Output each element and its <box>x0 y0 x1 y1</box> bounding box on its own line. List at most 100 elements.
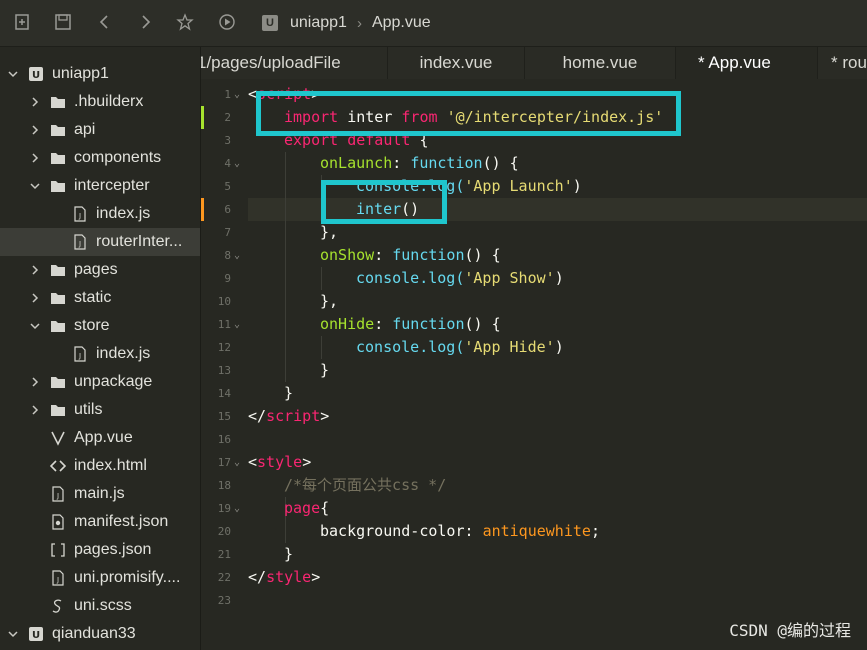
svg-text:J: J <box>56 576 59 584</box>
tab-router[interactable]: * rou <box>818 47 867 79</box>
sidebar-item[interactable]: utils <box>0 396 200 424</box>
sidebar-item[interactable]: Uuniapp1 <box>0 60 200 88</box>
sidebar-item[interactable]: intercepter <box>0 172 200 200</box>
chevron-right-icon[interactable] <box>28 95 42 109</box>
code-line-8: onShow: function() { <box>320 244 501 267</box>
chevron-right-icon[interactable] <box>28 403 42 417</box>
html-file-icon <box>49 457 67 475</box>
sidebar-item[interactable]: Juni.promisify.... <box>0 564 200 592</box>
identifier: console <box>356 269 420 287</box>
forward-icon[interactable] <box>135 13 155 33</box>
sidebar-item-label: routerInter... <box>96 233 183 250</box>
method-name: onLaunch <box>320 154 393 172</box>
star-icon[interactable] <box>175 13 195 33</box>
js-file-icon: J <box>71 233 89 251</box>
punctuation: : <box>464 522 483 540</box>
chevron-down-icon[interactable] <box>28 179 42 193</box>
chevron-down-icon[interactable] <box>6 627 20 641</box>
back-icon[interactable] <box>95 13 115 33</box>
sidebar-item[interactable]: Jindex.js <box>0 200 200 228</box>
sidebar-item[interactable]: Jmain.js <box>0 480 200 508</box>
fold-toggle-icon[interactable]: ⌄ <box>234 244 244 267</box>
line-number: 14 <box>217 387 231 400</box>
tab-app-vue[interactable]: * App.vue <box>676 47 818 79</box>
punctuation: { <box>320 499 330 517</box>
fold-toggle-icon[interactable]: ⌄ <box>234 451 244 474</box>
chevron-right-icon[interactable] <box>28 375 42 389</box>
chevron-down-icon[interactable] <box>6 67 20 81</box>
line-number: 12 <box>217 341 231 354</box>
chevron-down-icon[interactable] <box>28 319 42 333</box>
string: 'App Launch' <box>464 177 573 195</box>
sidebar-item[interactable]: manifest.json <box>0 508 200 536</box>
folder-icon <box>49 289 67 307</box>
indent-guide <box>321 267 322 290</box>
tab-index-vue[interactable]: index.vue <box>388 47 525 79</box>
line-number: 13 <box>217 364 231 377</box>
punctuation: () { <box>482 154 519 172</box>
line-number: 17 <box>217 456 231 469</box>
line-number: 15 <box>217 410 231 423</box>
chevron-right-icon[interactable] <box>28 263 42 277</box>
code-editor[interactable]: 1 ⌄ 2 3 4 ⌄ 5 6 7 8 ⌄ 9 10 11 ⌄ 12 13 14 15 16 17 ⌄ 18 19 ⌄ 20 21 2… <box>201 79 867 650</box>
new-file-icon[interactable] <box>12 13 32 33</box>
sidebar-item[interactable]: uni.scss <box>0 592 200 620</box>
folder-icon <box>49 177 67 195</box>
string: 'App Hide' <box>464 338 555 356</box>
line-number: 22 <box>217 571 231 584</box>
project-icon: U <box>27 625 45 643</box>
sidebar-item[interactable]: api <box>0 116 200 144</box>
fold-toggle-icon[interactable]: ⌄ <box>234 313 244 336</box>
js-file-icon: J <box>49 569 67 587</box>
run-icon[interactable] <box>217 13 237 33</box>
chevron-right-icon[interactable] <box>28 151 42 165</box>
tag-bracket: > <box>311 568 321 586</box>
folder-icon <box>49 317 67 335</box>
sidebar-item[interactable]: .hbuilderx <box>0 88 200 116</box>
svg-text:J: J <box>56 492 59 500</box>
breadcrumb: U uniapp1 › App.vue <box>262 12 431 34</box>
sidebar-item[interactable]: App.vue <box>0 424 200 452</box>
sidebar-item[interactable]: index.html <box>0 452 200 480</box>
sidebar-item[interactable]: Jindex.js <box>0 340 200 368</box>
sidebar-item-label: manifest.json <box>74 513 169 530</box>
editor-tabs: 1/pages/uploadFile index.vue home.vue * … <box>201 47 867 79</box>
fold-toggle-icon[interactable]: ⌄ <box>234 83 244 106</box>
sidebar-item[interactable]: pages.json <box>0 536 200 564</box>
save-icon[interactable] <box>53 13 73 33</box>
chevron-right-icon[interactable] <box>28 291 42 305</box>
sidebar-item[interactable]: components <box>0 144 200 172</box>
sidebar-item-label: index.html <box>74 457 147 474</box>
js-file-icon: J <box>49 485 67 503</box>
json-settings-file-icon <box>49 513 67 531</box>
line-number: 2 <box>224 111 231 124</box>
punctuation: ; <box>590 522 600 540</box>
punctuation: ) <box>554 269 564 287</box>
fold-toggle-icon[interactable]: ⌄ <box>234 152 244 175</box>
line-number: 20 <box>217 525 231 538</box>
sidebar-item[interactable]: store <box>0 312 200 340</box>
breadcrumb-file[interactable]: App.vue <box>372 14 431 32</box>
sidebar-item[interactable]: JrouterInter... <box>0 228 200 256</box>
sidebar-item[interactable]: pages <box>0 256 200 284</box>
fold-toggle-icon[interactable]: ⌄ <box>234 497 244 520</box>
breadcrumb-project[interactable]: uniapp1 <box>290 14 347 32</box>
sidebar-item[interactable]: static <box>0 284 200 312</box>
sidebar-item-label: uni.scss <box>74 597 132 614</box>
code-line-10: }, <box>320 292 339 310</box>
sidebar-item-label: static <box>74 289 112 306</box>
sidebar-item[interactable]: unpackage <box>0 368 200 396</box>
code-line-12: console.log('App Hide') <box>356 336 564 359</box>
method-name: onHide <box>320 315 375 333</box>
watermark: CSDN @编的过程 <box>729 621 851 640</box>
tab-uploadfile[interactable]: 1/pages/uploadFile <box>201 47 388 79</box>
chevron-right-icon[interactable] <box>28 123 42 137</box>
line-number: 9 <box>224 272 231 285</box>
punctuation: : <box>374 315 384 333</box>
tab-home-vue[interactable]: home.vue <box>525 47 676 79</box>
sidebar-item[interactable]: Uqianduan33 <box>0 620 200 648</box>
sidebar-item-label: uniapp1 <box>52 65 109 82</box>
